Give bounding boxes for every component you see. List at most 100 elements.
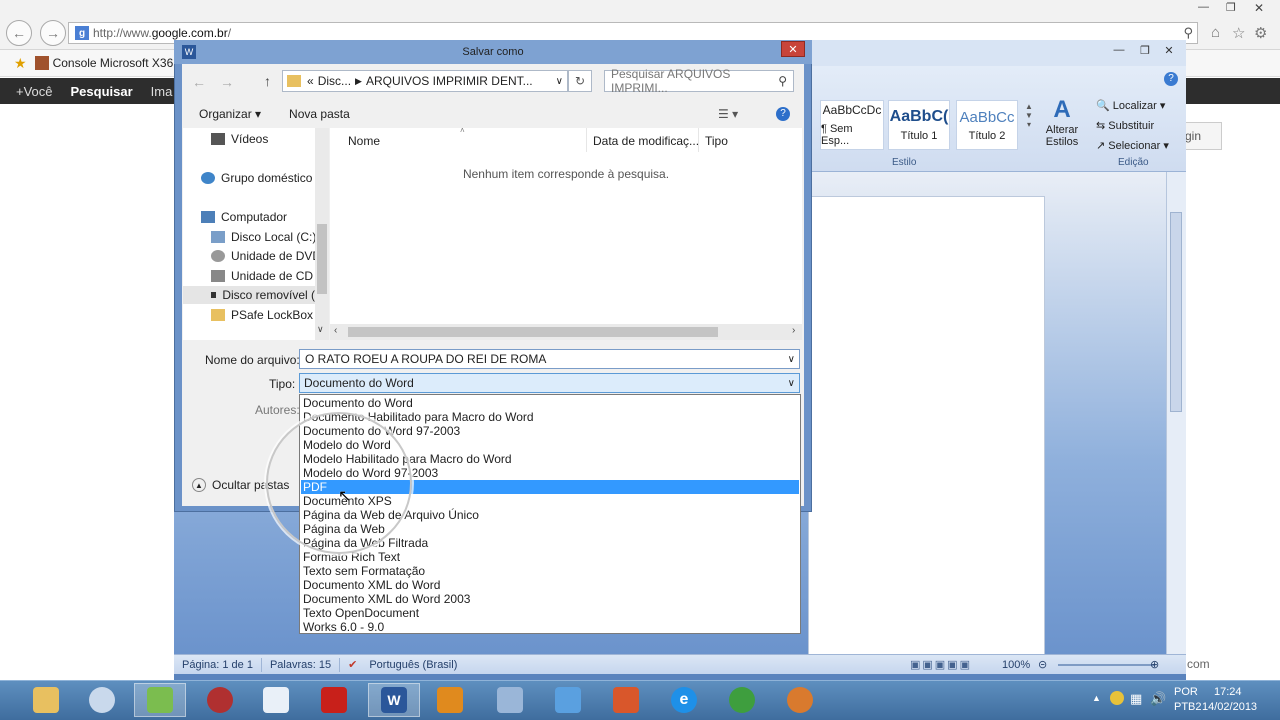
- style-no-spacing[interactable]: AaBbCcDc ¶ Sem Esp...: [820, 100, 884, 150]
- word-restore-icon[interactable]: ❐: [1132, 42, 1158, 58]
- dialog-close-button[interactable]: ✕: [781, 41, 805, 57]
- status-zoom[interactable]: 100%: [1002, 659, 1030, 671]
- taskbar-utorrent[interactable]: [716, 683, 768, 717]
- google-bar-search[interactable]: Pesquisar: [71, 84, 133, 99]
- type-option[interactable]: Documento Habilitado para Macro do Word: [301, 410, 799, 424]
- type-option[interactable]: Página da Web: [301, 522, 799, 536]
- clock-date[interactable]: 14/02/2013: [1202, 701, 1257, 713]
- taskbar-media[interactable]: [194, 683, 246, 717]
- type-option[interactable]: Documento do Word 97-2003: [301, 424, 799, 438]
- volume-icon[interactable]: 🔊: [1150, 691, 1166, 707]
- taskbar-viewer[interactable]: [250, 683, 302, 717]
- type-option[interactable]: Documento XML do Word 2003: [301, 592, 799, 606]
- type-option[interactable]: Modelo Habilitado para Macro do Word: [301, 452, 799, 466]
- favorites-star-icon[interactable]: ☆: [1232, 24, 1245, 42]
- nav-item-dvd[interactable]: Unidade de DVD-: [211, 247, 315, 265]
- forward-button[interactable]: →: [40, 20, 66, 46]
- scroll-thumb[interactable]: [1170, 212, 1182, 412]
- nav-item-cd[interactable]: Unidade de CD (E: [211, 267, 315, 285]
- login-button[interactable]: gin: [1180, 122, 1222, 150]
- google-bar-images[interactable]: Ima: [151, 84, 173, 99]
- taskbar-explorer[interactable]: [20, 683, 72, 717]
- breadcrumb-overflow[interactable]: «: [307, 74, 314, 88]
- spellcheck-icon[interactable]: ✔: [348, 658, 357, 671]
- status-page[interactable]: Página: 1 de 1: [182, 659, 253, 671]
- scroll-down-icon[interactable]: ∨: [317, 324, 324, 335]
- nav-item-homegroup[interactable]: Grupo doméstico: [201, 169, 312, 187]
- type-option[interactable]: Página da Web de Arquivo Único: [301, 508, 799, 522]
- nav-item-computer[interactable]: Computador: [201, 208, 287, 226]
- home-icon[interactable]: ⌂: [1211, 24, 1220, 41]
- chevron-down-icon[interactable]: ∨: [556, 76, 563, 87]
- favorite-item[interactable]: Console Microsoft X36: [53, 56, 174, 70]
- status-words[interactable]: Palavras: 15: [270, 659, 331, 671]
- language-top[interactable]: POR: [1174, 686, 1198, 698]
- find-button[interactable]: 🔍 Localizar ▾: [1096, 96, 1169, 116]
- search-icon[interactable]: ⚲: [1183, 25, 1193, 41]
- taskbar-remote[interactable]: [484, 683, 536, 717]
- help-icon[interactable]: ?: [776, 107, 790, 121]
- breadcrumb-folder[interactable]: ARQUIVOS IMPRIMIR DENT...: [366, 74, 533, 88]
- type-option-selected[interactable]: PDF: [301, 480, 799, 494]
- select-button[interactable]: ↗ Selecionar ▾: [1096, 136, 1169, 156]
- taskbar-network[interactable]: [134, 683, 186, 717]
- new-folder-button[interactable]: Nova pasta: [289, 107, 350, 121]
- tray-app-icon[interactable]: [1110, 691, 1124, 705]
- taskbar-word[interactable]: W: [368, 683, 420, 717]
- search-input[interactable]: Pesquisar ARQUIVOS IMPRIMI... ⚲: [604, 67, 794, 95]
- column-date[interactable]: Data de modificaç...: [593, 134, 699, 148]
- favorites-icon[interactable]: ★: [14, 55, 27, 72]
- type-select[interactable]: Documento do Word ∨: [299, 373, 800, 393]
- view-options-icon[interactable]: ☰ ▾: [718, 107, 738, 121]
- view-buttons-icon[interactable]: ▣▣▣▣▣: [910, 658, 972, 671]
- up-folder-icon[interactable]: ↑: [264, 73, 271, 89]
- network-status-icon[interactable]: ▦: [1130, 691, 1142, 707]
- type-option[interactable]: Works 6.0 - 9.0: [301, 620, 799, 634]
- chevron-down-icon[interactable]: ∨: [788, 354, 795, 365]
- taskbar-glove[interactable]: [774, 683, 826, 717]
- style-heading-1[interactable]: AaBbC( Título 1: [888, 100, 950, 150]
- path-breadcrumb[interactable]: « Disc... ▶ ARQUIVOS IMPRIMIR DENT... ∨: [282, 70, 568, 92]
- chevron-down-icon[interactable]: ∨: [788, 378, 795, 389]
- type-option[interactable]: Modelo do Word 97-2003: [301, 466, 799, 480]
- type-option[interactable]: Página da Web Filtrada: [301, 536, 799, 550]
- type-option[interactable]: Modelo do Word: [301, 438, 799, 452]
- hide-folders-button[interactable]: ▲ Ocultar pastas: [192, 478, 289, 492]
- taskbar-ie[interactable]: e: [658, 683, 710, 717]
- organize-button[interactable]: Organizar ▾: [199, 107, 261, 121]
- type-option[interactable]: Documento XML do Word: [301, 578, 799, 592]
- type-option[interactable]: Documento XPS: [301, 494, 799, 508]
- taskbar-tool[interactable]: [600, 683, 652, 717]
- refresh-button[interactable]: ↻: [568, 70, 592, 92]
- scroll-right-icon[interactable]: ›: [792, 325, 795, 336]
- nav-item-psafe[interactable]: PSafe LockBox: [211, 306, 313, 324]
- style-heading-2[interactable]: AaBbCc Título 2: [956, 100, 1018, 150]
- word-vertical-scrollbar[interactable]: [1166, 172, 1186, 654]
- files-horizontal-scrollbar[interactable]: ‹ ›: [330, 324, 802, 340]
- type-option[interactable]: Formato Rich Text: [301, 550, 799, 564]
- zoom-in-icon[interactable]: ⊕: [1150, 658, 1159, 671]
- nav-item-removable[interactable]: Disco removível (: [183, 286, 315, 304]
- status-language[interactable]: Português (Brasil): [369, 659, 457, 671]
- language-bottom[interactable]: PTB2: [1174, 701, 1202, 713]
- zoom-slider[interactable]: [1058, 664, 1154, 666]
- styles-scroll-icon[interactable]: ▲ ▼ ▾: [1024, 102, 1034, 152]
- back-button[interactable]: ←: [6, 20, 32, 46]
- taskbar-video[interactable]: [424, 683, 476, 717]
- nav-item-local-disk[interactable]: Disco Local (C:): [211, 228, 315, 246]
- word-page[interactable]: [808, 196, 1045, 656]
- gear-icon[interactable]: ⚙: [1254, 24, 1267, 42]
- breadcrumb-disk[interactable]: Disc...: [318, 74, 351, 88]
- taskbar-paint[interactable]: [76, 683, 128, 717]
- window-close-icon[interactable]: ✕: [1254, 1, 1264, 15]
- change-styles-button[interactable]: A Alterar Estilos: [1040, 96, 1084, 148]
- word-close-icon[interactable]: ✕: [1156, 42, 1182, 58]
- taskbar-app[interactable]: [542, 683, 594, 717]
- filename-input[interactable]: O RATO ROEU A ROUPA DO REI DE ROMA ∨: [299, 349, 800, 369]
- tray-expand-icon[interactable]: ▲: [1092, 693, 1101, 703]
- nav-pane-scrollbar[interactable]: ∨: [315, 128, 329, 340]
- scroll-thumb[interactable]: [317, 224, 327, 294]
- taskbar-acrobat[interactable]: [308, 683, 360, 717]
- column-name[interactable]: Nome: [348, 134, 380, 148]
- replace-button[interactable]: ⇆ Substituir: [1096, 116, 1169, 136]
